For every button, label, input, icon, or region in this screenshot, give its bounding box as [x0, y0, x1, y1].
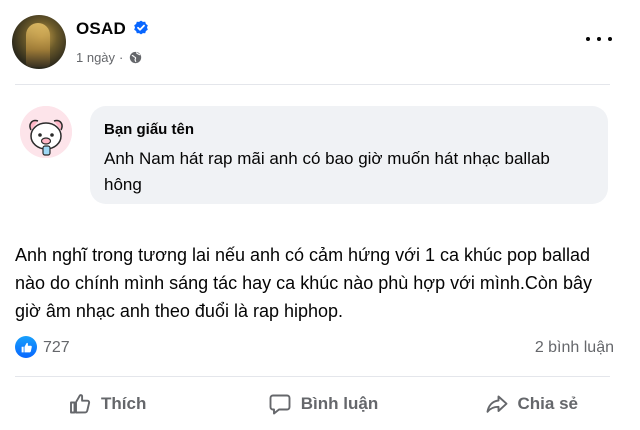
header-divider: [15, 84, 610, 85]
author-name[interactable]: OSAD: [76, 19, 126, 39]
share-button[interactable]: Chia sẻ: [408, 377, 640, 430]
like-icon: [70, 393, 91, 413]
post-actions: Thích Bình luận Chia sẻ: [0, 377, 640, 430]
share-icon: [486, 395, 507, 413]
post-time[interactable]: 1 ngày: [76, 50, 115, 65]
comment-label: Bình luận: [300, 393, 379, 413]
question-asker: Bạn giấu tên: [104, 121, 195, 138]
like-reaction-icon[interactable]: [15, 336, 37, 358]
question-text: Anh Nam hát rap mãi anh có bao giờ muốn …: [104, 149, 550, 194]
comment-icon: [269, 394, 291, 414]
verified-badge-icon: [134, 20, 148, 35]
answer-text: Anh nghĩ trong tương lai nếu anh có cảm …: [15, 245, 592, 321]
author-avatar[interactable]: [12, 15, 66, 69]
comment-button[interactable]: Bình luận: [238, 377, 408, 430]
post-meta: 1 ngày ·: [76, 50, 142, 65]
comment-count[interactable]: 2 bình luận: [535, 339, 614, 357]
meta-separator: ·: [119, 50, 124, 65]
share-label: Chia sẻ: [517, 393, 578, 413]
like-count[interactable]: 727: [43, 339, 70, 357]
like-button[interactable]: Thích: [0, 377, 238, 430]
more-options-icon[interactable]: [586, 34, 612, 44]
like-label: Thích: [101, 393, 147, 413]
globe-icon[interactable]: [129, 51, 142, 64]
anonymous-avatar: [20, 106, 72, 158]
